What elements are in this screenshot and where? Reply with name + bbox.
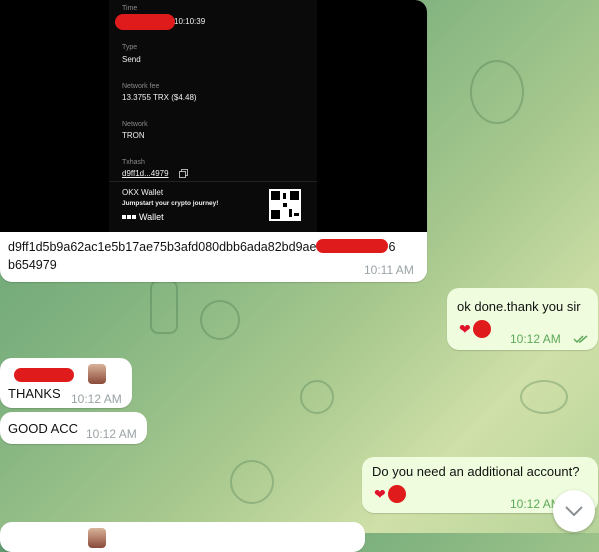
outgoing-message[interactable]: ok done.thank you sir ❤ 10:12 AM	[447, 288, 598, 350]
scroll-to-bottom-button[interactable]	[553, 490, 595, 532]
wallet-name: OKX Wallet	[122, 188, 164, 197]
network-label: Network	[122, 121, 148, 128]
incoming-message[interactable]: GOOD ACC 10:12 AM	[0, 412, 147, 444]
fee-label: Network fee	[122, 83, 160, 90]
sender-avatar[interactable]	[88, 528, 106, 548]
type-value: Send	[122, 55, 141, 64]
sender-avatar[interactable]	[88, 364, 106, 384]
bg-doodle	[200, 300, 240, 340]
message-text: Do you need an additional account?	[372, 464, 580, 479]
okx-logo-icon	[122, 215, 136, 219]
avatar-redaction	[472, 320, 491, 338]
sender-name-redaction	[14, 368, 74, 382]
heart-icon: ❤	[374, 486, 386, 502]
bg-doodle	[230, 460, 274, 504]
redaction	[316, 239, 389, 253]
hash-line1-tail: 6	[388, 240, 396, 254]
time-label: Time	[122, 5, 138, 12]
copy-icon[interactable]	[179, 169, 188, 178]
message-text: ok done.thank you sir	[457, 299, 581, 314]
message-text: THANKS	[8, 386, 61, 401]
avatar-redaction	[387, 485, 406, 503]
incoming-message[interactable]: THANKS 10:12 AM	[0, 358, 132, 408]
transaction-receipt-image[interactable]: Time 10:10:39 Type Send Network fee 13.3…	[0, 0, 427, 232]
message-time: 10:12 AM	[86, 427, 137, 441]
message-time: 10:11 AM	[364, 263, 414, 277]
reaction[interactable]: ❤	[459, 320, 491, 338]
divider	[109, 181, 317, 182]
qr-code	[269, 189, 301, 221]
txhash-value: d9ff1d...4979	[122, 169, 169, 178]
bg-doodle	[520, 380, 568, 414]
hash-line1: d9ff1d5b9a62ac1e5b17ae75b3afd080dbb6ada8…	[8, 240, 317, 254]
double-check-icon	[573, 335, 588, 344]
message-time: 10:12 AM	[510, 332, 561, 346]
bg-doodle	[150, 280, 178, 334]
type-label: Type	[122, 44, 138, 51]
message-text: d9ff1d5b9a62ac1e5b17ae75b3afd080dbb6ada8…	[8, 238, 418, 274]
hash-line2: b654979	[8, 258, 57, 272]
heart-icon: ❤	[459, 321, 471, 337]
reaction[interactable]: ❤	[374, 485, 406, 503]
redaction	[115, 14, 175, 30]
message-time: 10:12 AM	[71, 392, 122, 406]
txhash-label: Txhash	[122, 159, 145, 166]
okx-wallet-logo: Wallet	[122, 212, 164, 222]
receipt-message[interactable]: Time 10:10:39 Type Send Network fee 13.3…	[0, 0, 427, 282]
fee-value: 13.3755 TRX ($4.48)	[122, 93, 197, 102]
bg-doodle	[300, 380, 334, 414]
wallet-tagline: Jumpstart your crypto journey!	[122, 200, 219, 207]
time-value: 10:10:39	[174, 17, 206, 26]
message-text: GOOD ACC	[8, 421, 79, 436]
chevron-down-icon	[565, 506, 583, 516]
network-value: TRON	[122, 131, 145, 140]
incoming-message[interactable]	[0, 522, 365, 552]
logo-text: Wallet	[139, 212, 164, 222]
bg-doodle	[470, 60, 524, 124]
